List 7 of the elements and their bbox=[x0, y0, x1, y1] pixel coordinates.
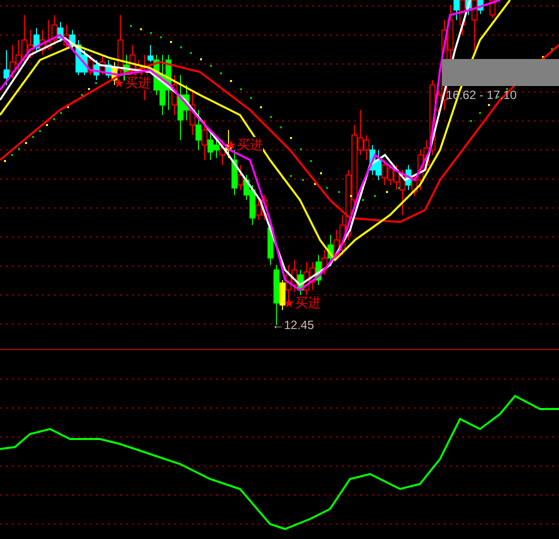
buy-signal-label: 买进 bbox=[237, 137, 263, 152]
buy-signal-label: 买进 bbox=[125, 75, 151, 90]
buy-signal-label: 买进 bbox=[295, 295, 321, 310]
low-price-label: ←12.45 bbox=[272, 318, 314, 332]
star-icon bbox=[284, 298, 294, 308]
star-icon bbox=[114, 78, 124, 88]
star-icon bbox=[226, 140, 236, 150]
